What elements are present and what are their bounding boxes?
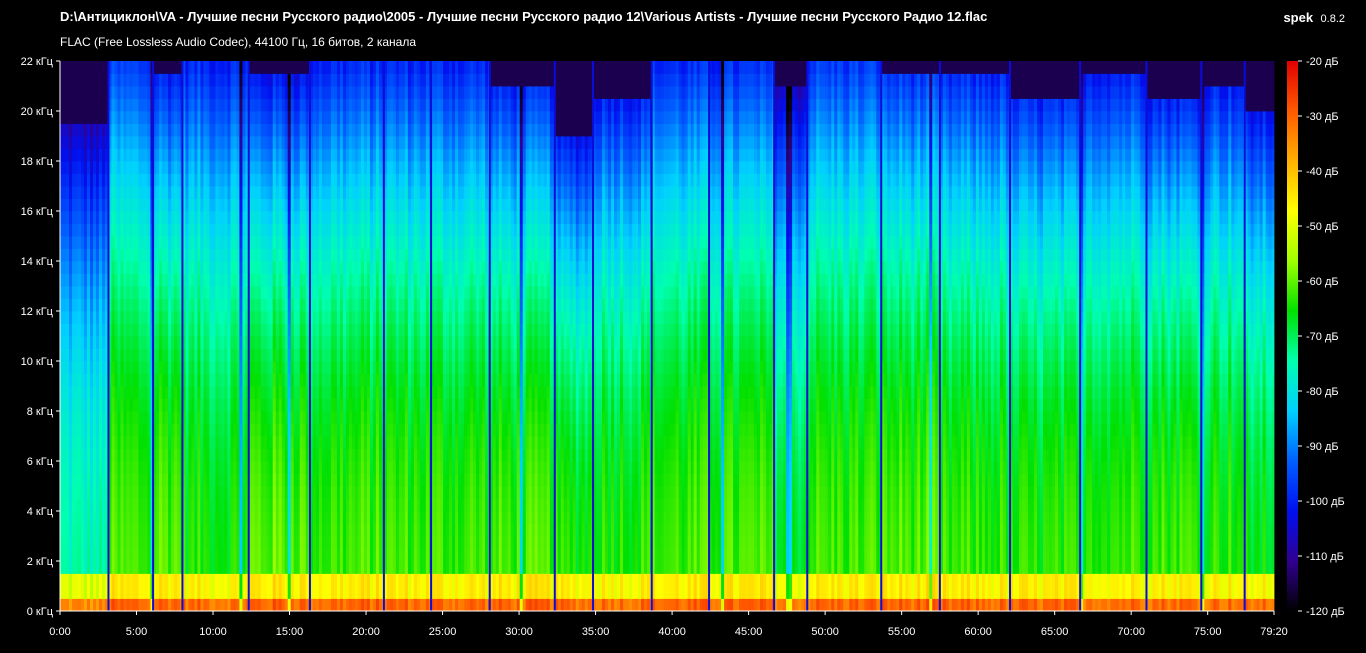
time-tick-label: 0:00 [49, 626, 70, 638]
db-tick-label: -60 дБ [1306, 276, 1339, 288]
spectrogram-track [383, 61, 432, 612]
db-tick-label: -90 дБ [1306, 441, 1339, 453]
time-tick-label: 45:00 [735, 626, 763, 638]
spectrogram-track [1244, 61, 1275, 612]
frequency-tick-label: 18 кГц [21, 156, 54, 168]
frequency-tick-label: 16 кГц [21, 206, 54, 218]
time-tick-label: 55:00 [888, 626, 916, 638]
time-tick-label: 65:00 [1041, 626, 1069, 638]
db-color-bar [1287, 61, 1298, 611]
frequency-tick-label: 4 кГц [27, 506, 54, 518]
db-tick-label: -20 дБ [1306, 56, 1339, 68]
frequency-tick-label: 22 кГц [21, 56, 54, 68]
time-tick-label: 10:00 [199, 626, 227, 638]
track-boundary [1145, 61, 1148, 611]
spectrogram-track [709, 61, 775, 612]
track-boundary [1079, 61, 1082, 611]
time-tick-label: 60:00 [964, 626, 992, 638]
track-boundary [938, 61, 941, 611]
db-tick-label: -40 дБ [1306, 166, 1339, 178]
time-tick-label: 30:00 [505, 626, 533, 638]
time-tick-label: 70:00 [1117, 626, 1145, 638]
spectrogram-track [182, 61, 250, 612]
track-boundary [1009, 61, 1012, 611]
frequency-tick-label: 2 кГц [27, 556, 54, 568]
track-boundary [592, 61, 595, 611]
spectrogram-track [431, 61, 491, 612]
db-tick-label: -30 дБ [1306, 111, 1339, 123]
spectrogram-track [554, 61, 594, 612]
track-boundary [1200, 61, 1203, 611]
track-boundary [553, 61, 556, 611]
frequency-tick-label: 6 кГц [27, 456, 54, 468]
spectrogram-track [1201, 61, 1246, 612]
spectrogram-track [489, 61, 556, 612]
frequency-axis: 0 кГц 2 кГц 4 кГц 6 кГц 8 кГц 10 кГц 12 кГц 14 … [21, 56, 61, 618]
frequency-tick-label: 20 кГц [21, 106, 54, 118]
db-tick-label: -110 дБ [1306, 551, 1344, 563]
spectrogram-track [108, 61, 154, 612]
db-tick-label: -80 дБ [1306, 386, 1339, 398]
time-axis: 0:00 5:00 10:00 15:00 20:00 25:00 30:00 35:00 40… [49, 610, 1288, 638]
track-boundary [430, 61, 433, 611]
spectrogram-track [60, 61, 109, 612]
spectrogram-track [807, 61, 882, 612]
track-boundary [1243, 61, 1246, 611]
frequency-tick-label: 14 кГц [21, 256, 54, 268]
spectrogram-track [1146, 61, 1202, 612]
db-tick-label: -100 дБ [1306, 496, 1345, 508]
spectrogram-track [1080, 61, 1147, 612]
track-boundary [773, 61, 776, 611]
track-boundary [247, 61, 250, 611]
spectrogram-track [593, 61, 653, 612]
frequency-tick-label: 10 кГц [21, 356, 54, 368]
time-tick-label: 35:00 [582, 626, 610, 638]
spectrogram-track [248, 61, 311, 612]
time-tick-label: 79:20 [1260, 626, 1288, 638]
frequency-tick-label: 8 кГц [27, 406, 54, 418]
db-color-scale: -20 дБ -30 дБ -40 дБ -50 дБ -60 дБ -70 дБ -80 … [1287, 56, 1345, 618]
db-tick-label: -120 дБ [1306, 606, 1345, 618]
time-tick-label: 5:00 [126, 626, 147, 638]
spectrogram-plot-area[interactable] [60, 61, 1275, 612]
track-boundary [107, 61, 110, 611]
db-tick-label: -50 дБ [1306, 221, 1339, 233]
track-boundary [181, 61, 184, 611]
track-boundary [708, 61, 711, 611]
track-boundary [382, 61, 385, 611]
time-tick-label: 40:00 [658, 626, 686, 638]
spectrogram-track [939, 61, 1011, 612]
time-tick-label: 15:00 [276, 626, 304, 638]
track-boundary [806, 61, 809, 611]
spectrogram-track [309, 61, 385, 612]
time-tick-label: 25:00 [429, 626, 457, 638]
spectrogram-track [153, 61, 183, 612]
time-tick-label: 75:00 [1194, 626, 1222, 638]
frequency-tick-label: 12 кГц [21, 306, 54, 318]
time-tick-label: 50:00 [811, 626, 839, 638]
spectrogram-track [1010, 61, 1081, 612]
track-boundary [488, 61, 491, 611]
spectrogram-chart: 0 кГц 2 кГц 4 кГц 6 кГц 8 кГц 10 кГц 12 кГц 14 … [21, 56, 1345, 638]
spectrogram-track [774, 61, 808, 612]
track-boundary [880, 61, 883, 611]
frequency-tick-label: 0 кГц [27, 606, 54, 618]
spectrogram-track [881, 61, 941, 612]
track-boundary [152, 61, 155, 611]
track-boundary [650, 61, 653, 611]
time-tick-label: 20:00 [352, 626, 380, 638]
track-boundary [308, 61, 311, 611]
db-tick-label: -70 дБ [1306, 331, 1339, 343]
spectrogram-track [651, 61, 710, 612]
